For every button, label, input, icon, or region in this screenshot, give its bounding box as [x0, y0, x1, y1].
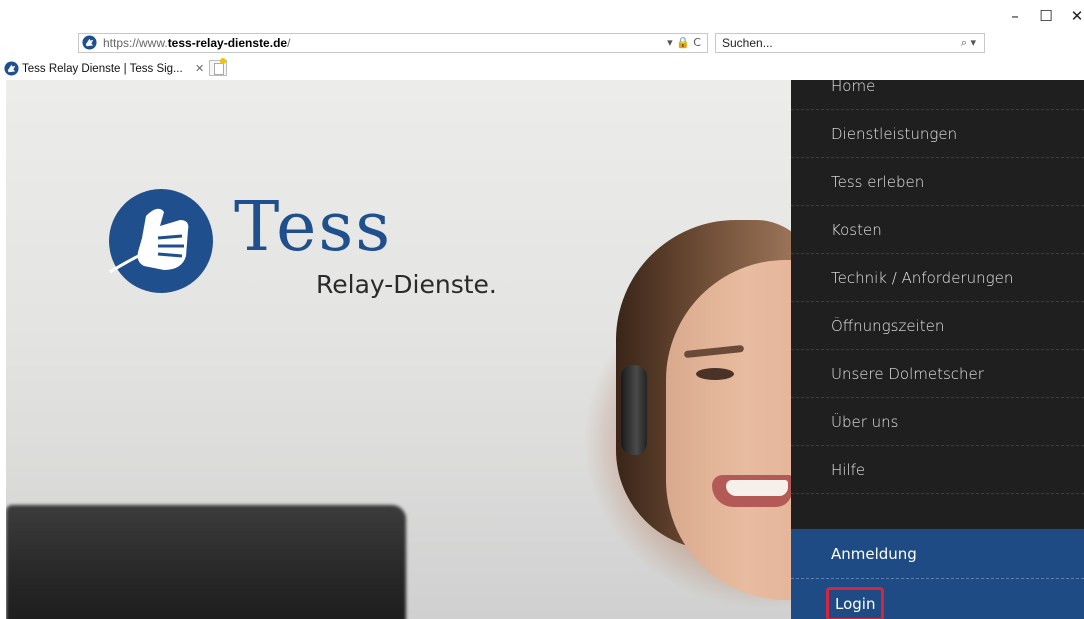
- address-bar[interactable]: https://www.tess-relay-dienste.de/ ▾ 🔒 C: [78, 33, 708, 53]
- tess-site-icon: [82, 35, 97, 50]
- logo-tagline: Relay-Dienste.: [316, 270, 497, 299]
- tess-tab-icon: [4, 61, 19, 76]
- menu-item-tess-erleben[interactable]: Tess erleben: [791, 158, 1084, 206]
- menu-item-dolmetscher[interactable]: Unsere Dolmetscher: [791, 350, 1084, 398]
- side-menu: Home Dienstleistungen Tess erleben Koste…: [791, 80, 1084, 619]
- tab-title: Tess Relay Dienste | Tess Sig...: [22, 63, 183, 75]
- blurred-monitor: [6, 505, 406, 619]
- menu-item-technik[interactable]: Technik / Anforderungen: [791, 254, 1084, 302]
- browser-tab[interactable]: Tess Relay Dienste | Tess Sig... ✕: [4, 58, 204, 80]
- search-icon[interactable]: ⌕ ▾: [961, 34, 976, 52]
- account-panel: Anmeldung Login: [791, 529, 1084, 619]
- address-tools-icons[interactable]: ▾ 🔒 C: [667, 34, 701, 52]
- login-link[interactable]: Login: [826, 587, 885, 619]
- menu-item-ueber-uns[interactable]: Über uns: [791, 398, 1084, 446]
- menu-item-hilfe[interactable]: Hilfe: [791, 446, 1084, 494]
- search-placeholder: Suchen...: [722, 36, 773, 50]
- logo-wordmark: Tess: [234, 188, 393, 267]
- register-link[interactable]: Anmeldung: [791, 529, 1084, 579]
- close-window-button[interactable]: ✕: [1062, 6, 1084, 26]
- menu-item-dienstleistungen[interactable]: Dienstleistungen: [791, 110, 1084, 158]
- menu-item-oeffnungszeiten[interactable]: Öffnungszeiten: [791, 302, 1084, 350]
- web-page: Tess Relay-Dienste. Home Dienstleistunge…: [6, 80, 1084, 619]
- tess-logo-icon: [109, 189, 213, 293]
- headset-earpiece: [621, 365, 647, 455]
- tab-bar: Tess Relay Dienste | Tess Sig... ✕: [0, 58, 1084, 80]
- minimize-button[interactable]: –: [1000, 6, 1030, 26]
- new-tab-spark-icon: [220, 58, 226, 64]
- url-text: https://www.tess-relay-dienste.de/: [103, 36, 291, 50]
- search-box[interactable]: Suchen... ⌕ ▾: [715, 33, 985, 53]
- hero-eye: [696, 368, 734, 380]
- menu-item-kosten[interactable]: Kosten: [791, 206, 1084, 254]
- tab-close-icon[interactable]: ✕: [195, 58, 204, 80]
- menu-item-home[interactable]: Home: [791, 80, 1084, 110]
- maximize-button[interactable]: ☐: [1031, 6, 1061, 26]
- hero-teeth: [726, 480, 788, 496]
- new-tab-button[interactable]: [209, 58, 227, 76]
